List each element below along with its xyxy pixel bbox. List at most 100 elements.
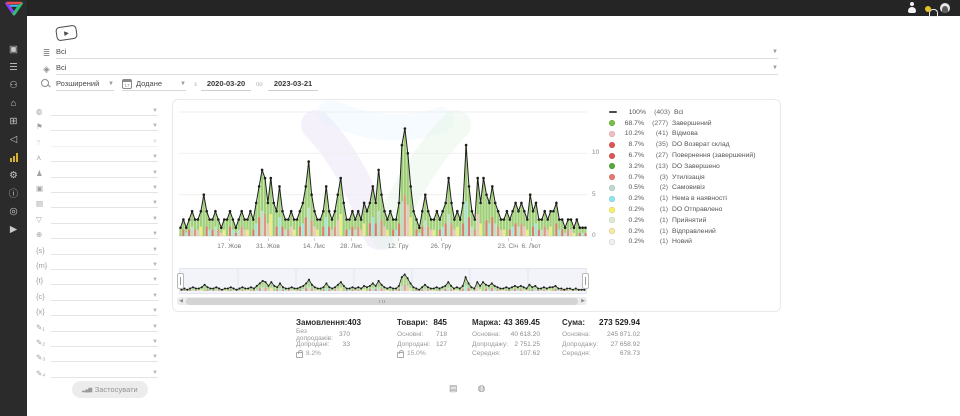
chevron-down-icon[interactable]: ▼ <box>152 335 158 347</box>
legend-item[interactable]: 0.2%(1)Нема в наявності <box>609 193 775 204</box>
navigator-left-handle[interactable] <box>177 273 184 289</box>
summary-sub-row: Допродані:127 <box>397 340 447 350</box>
filter-select[interactable] <box>51 104 152 116</box>
chevron-down-icon[interactable]: ▼ <box>152 350 158 362</box>
chevron-down-icon[interactable]: ▼ <box>772 65 778 71</box>
video-help-icon[interactable]: ▶ <box>55 25 78 42</box>
chevron-down-icon[interactable]: ▼ <box>152 150 158 162</box>
filter-select[interactable] <box>51 150 152 162</box>
scroll-right-icon[interactable]: ▶ <box>579 297 587 305</box>
legend-item[interactable]: 0.2%(1)Новий <box>609 237 775 248</box>
sidebar-item-products[interactable]: ⊞ <box>0 112 27 130</box>
x-axis-tick <box>398 238 399 241</box>
filter-select[interactable] <box>51 212 152 224</box>
product-filter[interactable]: Всі ▼ <box>56 61 778 75</box>
list-view-toggle-icon[interactable]: ▤ <box>449 383 458 394</box>
sidebar-item-marketing[interactable]: ◁ <box>0 130 27 148</box>
apply-button[interactable]: ▂▄▆ Застосувати <box>72 381 148 398</box>
chevron-down-icon[interactable]: ▼ <box>772 49 778 55</box>
legend-item[interactable]: 3.2%(13)DO Завершено <box>609 161 775 172</box>
chevron-down-icon[interactable]: ▼ <box>152 227 158 239</box>
date-from-input[interactable]: 2020-03-20 <box>201 77 251 91</box>
chevron-down-icon[interactable]: ▼ <box>152 273 158 285</box>
chevron-down-icon[interactable]: ▼ <box>152 166 158 178</box>
scroll-left-icon[interactable]: ◀ <box>177 297 185 305</box>
chevron-down-icon[interactable]: ▼ <box>152 304 158 316</box>
sidebar-item-analytics[interactable] <box>0 148 27 166</box>
filter-select[interactable] <box>51 135 152 147</box>
summary-value: 845 <box>433 318 447 327</box>
avatar[interactable] <box>940 3 950 13</box>
status-filter[interactable]: Всі ▼ <box>56 45 778 59</box>
filter-row-utm-source: {s}▼ <box>36 242 158 255</box>
x-axis-tick <box>531 238 532 241</box>
sidebar-item-settings[interactable]: ⚙ <box>0 166 27 184</box>
product-view-toggle-icon[interactable]: ◍ <box>478 383 486 394</box>
filter-select[interactable] <box>51 320 152 332</box>
filter-select[interactable] <box>51 258 152 270</box>
sidebar-item-dashboard[interactable]: ▣ <box>0 40 27 58</box>
legend-item[interactable]: 0.7%(3)Утилізація <box>609 172 775 183</box>
chart-navigator[interactable] <box>179 268 587 294</box>
sidebar-item-integrations[interactable]: ◎ <box>0 202 27 220</box>
chevron-down-icon[interactable]: ▼ <box>152 135 158 147</box>
filter-select[interactable] <box>51 304 152 316</box>
chevron-down-icon[interactable]: ▼ <box>152 119 158 131</box>
filter-select[interactable] <box>51 335 152 347</box>
legend-item[interactable]: 68.7%(277)Завершений <box>609 118 775 129</box>
chevron-down-icon[interactable]: ▼ <box>152 196 158 208</box>
chevron-down-icon[interactable]: ▼ <box>152 104 158 116</box>
filter-row-custom-field-2: ✎₂▼ <box>36 334 158 347</box>
legend-item[interactable]: 0.2%(1)DO Отправлено <box>609 204 775 215</box>
filter-select[interactable] <box>51 366 152 378</box>
scrollbar-thumb[interactable] <box>186 298 578 305</box>
legend-marker-icon <box>609 207 615 213</box>
summary-title: Замовлення: <box>296 318 347 327</box>
legend-item[interactable]: 0.2%(1)Відправлений <box>609 226 775 237</box>
legend-label: Повернення (завершений) <box>672 152 755 159</box>
legend-item[interactable]: 0.2%(1)Прийнятий <box>609 215 775 226</box>
main-chart[interactable] <box>179 108 587 240</box>
chevron-down-icon[interactable]: ▼ <box>152 366 158 378</box>
sidebar-item-orders[interactable]: ☰ <box>0 58 27 76</box>
chevron-down-icon[interactable]: ▼ <box>152 258 158 270</box>
legend-marker-icon <box>609 111 617 113</box>
date-field-select[interactable]: 17 Додане ▼ <box>122 77 186 91</box>
filter-select[interactable] <box>51 181 152 193</box>
filter-select[interactable] <box>51 227 152 239</box>
chart-scrollbar[interactable]: ◀ ▶ <box>177 297 587 305</box>
legend-item[interactable]: 6.7%(27)Повернення (завершений) <box>609 150 775 161</box>
bag-icon <box>397 352 404 358</box>
chart-panel: 100%(403)Всі68.7%(277)Завершений10.2%(41… <box>172 99 781 312</box>
navigator-right-handle[interactable] <box>582 273 589 289</box>
legend-item[interactable]: 100%(403)Всі <box>609 107 775 118</box>
sidebar-item-store[interactable]: ⌂ <box>0 94 27 112</box>
legend-item[interactable]: 10.2%(41)Відмова <box>609 129 775 140</box>
filter-select[interactable] <box>51 166 152 178</box>
filter-select[interactable] <box>51 350 152 362</box>
filter-select[interactable] <box>51 196 152 208</box>
sidebar-item-info[interactable]: ⓘ <box>0 184 27 202</box>
legend-item[interactable]: 0.5%(2)Самовивіз <box>609 183 775 194</box>
app-logo-icon[interactable] <box>4 1 24 17</box>
chevron-down-icon[interactable]: ▼ <box>152 243 158 255</box>
date-to-input[interactable]: 2023-03-21 <box>268 77 318 91</box>
filter-select[interactable] <box>51 273 152 285</box>
filter-row-custom-field-1: ✎₁▼ <box>36 319 158 332</box>
sidebar-item-customers[interactable]: ⚇ <box>0 76 27 94</box>
filter-row-utm-content: {c}▼ <box>36 288 158 301</box>
legend-item[interactable]: 8.7%(35)DO Возврат склад <box>609 139 775 150</box>
filter-select[interactable] <box>51 289 152 301</box>
legend-percent: 0.2% <box>618 206 644 213</box>
summary-sub-label: Основна: <box>472 331 500 338</box>
chevron-down-icon[interactable]: ▼ <box>152 212 158 224</box>
filter-select[interactable] <box>51 243 152 255</box>
utm-medium-icon: {m} <box>36 261 51 270</box>
chevron-down-icon[interactable]: ▼ <box>152 289 158 301</box>
chevron-down-icon[interactable]: ▼ <box>152 320 158 332</box>
sidebar-item-video[interactable]: ▶ <box>0 220 27 238</box>
chevron-down-icon[interactable]: ▼ <box>152 181 158 193</box>
user-icon[interactable] <box>907 2 916 13</box>
search-mode-select[interactable]: Розширений ▼ <box>56 77 114 91</box>
filter-select[interactable] <box>51 119 152 131</box>
